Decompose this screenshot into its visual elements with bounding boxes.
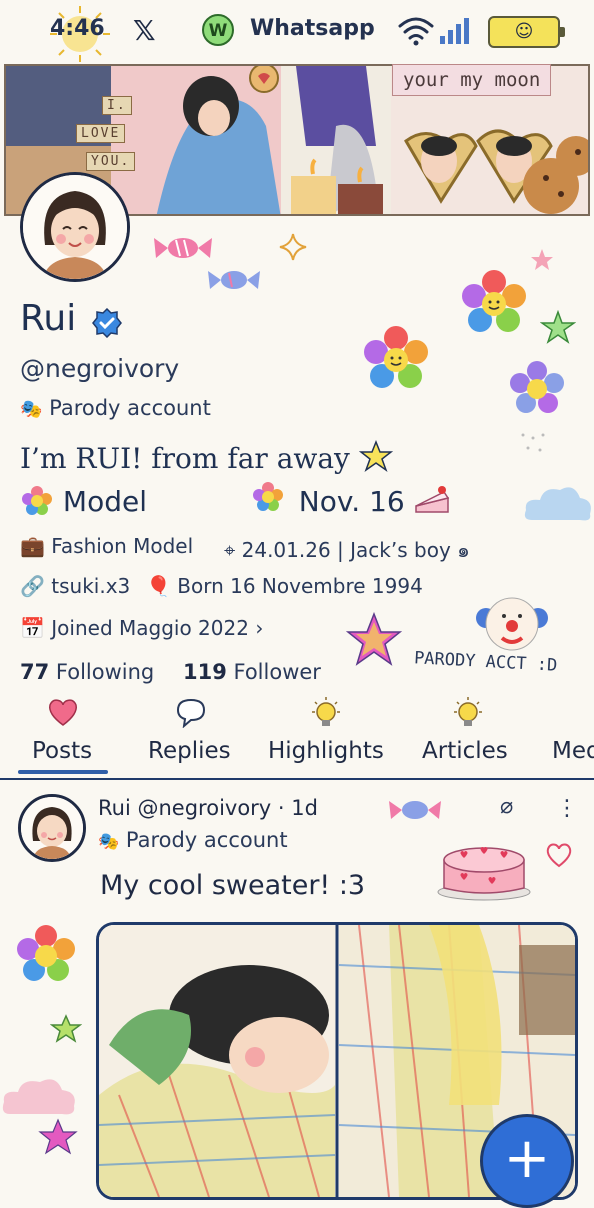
cloud-icon (2, 1079, 75, 1115)
profile-name: Rui (20, 298, 77, 339)
heart-icon (546, 843, 572, 868)
flower-icon (252, 482, 283, 511)
verified-badge-icon[interactable] (92, 308, 122, 338)
spiral-icon: ๑ (457, 538, 470, 562)
status-bar: 4:46 𝕏 W Whatsapp ☺ (0, 0, 594, 70)
location-row: ⌖ 24.01.26 | Jack’s boy ๑ (224, 534, 470, 566)
clown-icon (476, 597, 548, 651)
joined-text: Joined Maggio 2022 (51, 616, 249, 640)
lightbulb-icon (312, 697, 340, 726)
mask-icon: 🎭 (98, 832, 120, 852)
battery-icon: ☺ (488, 16, 565, 48)
joined-row[interactable]: 📅 Joined Maggio 2022 › (20, 616, 263, 640)
follower-label: Follower (233, 660, 321, 684)
birth-text: Born 16 Novembre 1994 (177, 574, 423, 598)
post-handle-time: @negroivory · 1d (137, 796, 318, 820)
candy-icon (208, 271, 260, 289)
grok-icon[interactable]: ⌀ (500, 794, 513, 819)
flower-icon (364, 326, 428, 388)
profile-handle: @negroivory (20, 354, 180, 383)
follower-link[interactable]: 119 Follower (183, 660, 321, 684)
lightbulb-icon (454, 697, 482, 726)
bio-model: Model (62, 485, 147, 518)
rainbow-star-icon (38, 1118, 78, 1155)
love-note-line-3: YOU. (86, 152, 136, 171)
calendar-icon: 📅 (20, 616, 45, 640)
briefcase-icon: 💼 (20, 534, 45, 558)
profile-link[interactable]: tsuki.x3 (51, 574, 130, 598)
occupation-text: Fashion Model (51, 534, 194, 558)
flower-icon (17, 925, 75, 981)
candy-icon (389, 801, 441, 819)
tab-replies[interactable]: Replies (148, 738, 231, 764)
speech-bubble-icon (176, 698, 206, 728)
post-image-left (99, 925, 336, 1197)
star-icon (50, 1014, 82, 1043)
star-icon (531, 249, 553, 270)
active-tab-indicator (18, 770, 108, 774)
post-author-name[interactable]: Rui (98, 796, 131, 820)
sparkle-icon (521, 433, 545, 452)
following-link[interactable]: 77 Following (20, 660, 154, 684)
bio-line: I’m RUI! from far away (20, 439, 393, 475)
flower-icon (462, 270, 526, 332)
parody-label-text: Parody account (49, 396, 211, 420)
tab-posts[interactable]: Posts (32, 738, 92, 764)
following-label: Following (55, 660, 155, 684)
post-text: My cool sweater! :3 (100, 870, 366, 901)
banner-caption: your my moon (392, 64, 552, 96)
love-note-line-2: LOVE (76, 124, 126, 143)
parody-label: 🎭 Parody account (20, 396, 211, 420)
status-time: 4:46 (50, 16, 105, 41)
tabs-divider (0, 778, 594, 780)
link-row[interactable]: 🔗 tsuki.x3 (20, 574, 130, 598)
heart-icon (49, 699, 77, 726)
tab-highlights[interactable]: Highlights (268, 738, 384, 764)
follower-count: 119 (182, 660, 227, 684)
more-icon[interactable]: ⋮ (556, 796, 578, 821)
post-parody-label: 🎭 Parody account (98, 828, 288, 852)
location-text: 24.01.26 | Jack’s boy (241, 538, 451, 562)
following-count: 77 (20, 660, 50, 684)
chevron-right-icon: › (255, 616, 264, 640)
profile-avatar[interactable] (20, 172, 130, 282)
cake-icon (414, 486, 449, 513)
post-parody-text: Parody account (125, 828, 288, 852)
birth-row: 🎈 Born 16 Novembre 1994 (146, 574, 423, 598)
bio-date: Nov. 16 (298, 485, 405, 518)
whatsapp-icon: W (202, 14, 234, 46)
love-note-line-1: I. (102, 96, 132, 115)
mask-icon: 🎭 (20, 399, 43, 420)
location-pin-icon: ⌖ (224, 538, 236, 562)
x-logo-icon: 𝕏 (133, 14, 156, 47)
signal-icon (440, 18, 469, 44)
bio-text: I’m RUI! from far away (20, 442, 350, 475)
avatar-illustration (23, 175, 127, 279)
flower-icon (22, 486, 52, 515)
wifi-icon (398, 17, 434, 46)
link-icon: 🔗 (20, 574, 45, 598)
sparkle-icon (279, 233, 307, 261)
tab-media[interactable]: Med (552, 738, 594, 764)
star-icon (358, 439, 393, 472)
follow-stats: 77 Following 119 Follower (20, 660, 321, 684)
balloon-icon: 🎈 (146, 574, 171, 598)
post-avatar[interactable] (18, 794, 86, 862)
tab-articles[interactable]: Articles (422, 738, 508, 764)
avatar-illustration (21, 797, 83, 859)
cloud-icon (524, 487, 591, 521)
rainbow-star-icon (345, 612, 403, 666)
post-header: Rui @negroivory · 1d (98, 796, 318, 820)
cake-icon (437, 847, 531, 901)
bio-line-2: Model Nov. 16 (20, 480, 452, 518)
flower-icon (510, 361, 564, 413)
star-icon (540, 310, 576, 344)
whatsapp-label: Whatsapp (250, 16, 375, 41)
occupation-row: 💼 Fashion Model (20, 534, 193, 558)
compose-button[interactable]: + (480, 1114, 574, 1208)
